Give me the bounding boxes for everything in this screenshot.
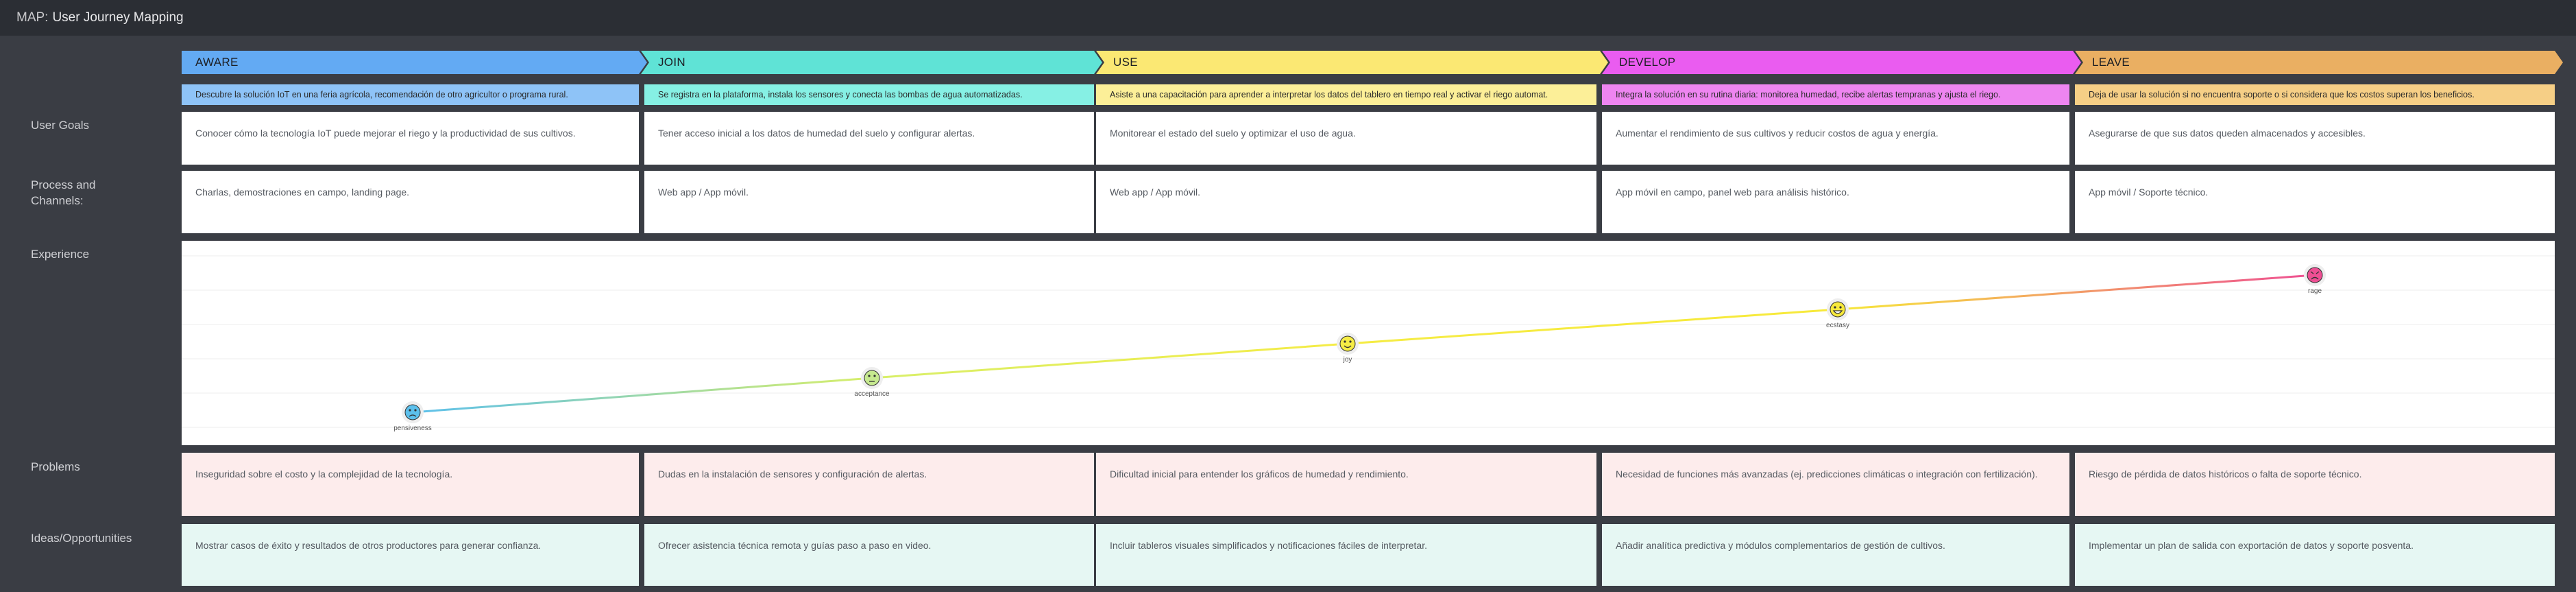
process-card[interactable]: App móvil / Soporte técnico. bbox=[2075, 171, 2555, 233]
emotion-acceptance[interactable] bbox=[861, 367, 883, 389]
emotion-pensiveness[interactable] bbox=[402, 401, 424, 423]
idea-card[interactable]: Incluir tableros visuales simplificados … bbox=[1096, 524, 1596, 586]
row-label-experience: Experience bbox=[31, 248, 90, 261]
goal-card[interactable]: Aumentar el rendimiento de sus cultivos … bbox=[1602, 112, 2069, 165]
process-card[interactable]: Charlas, demostraciones en campo, landin… bbox=[182, 171, 639, 233]
row-label-goals: User Goals bbox=[31, 119, 90, 132]
experience-line bbox=[412, 274, 2316, 414]
emotion-label: joy bbox=[1343, 356, 1352, 364]
goal-card[interactable]: Tener acceso inicial a los datos de hume… bbox=[644, 112, 1094, 165]
problem-card[interactable]: Necesidad de funciones más avanzadas (ej… bbox=[1602, 453, 2069, 516]
process-card[interactable]: App móvil en campo, panel web para análi… bbox=[1602, 171, 2069, 233]
problem-card[interactable]: Dificultad inicial para entender los grá… bbox=[1096, 453, 1596, 516]
row-label-problems: Problems bbox=[31, 460, 80, 473]
stage-desc-use: Asiste a una capacitación para aprender … bbox=[1096, 84, 1596, 105]
row-label-process: Process and Channels: bbox=[31, 178, 96, 207]
goal-card[interactable]: Conocer cómo la tecnología IoT puede mej… bbox=[182, 112, 639, 165]
stage-desc-aware: Descubre la solución IoT en una feria ag… bbox=[182, 84, 639, 105]
experience-chart: pensiveness acceptance joy ecstasy rage bbox=[182, 241, 2555, 445]
emotion-label: acceptance bbox=[854, 390, 890, 398]
emotion-label: pensiveness bbox=[393, 425, 432, 432]
stage-label-leave: LEAVE bbox=[2092, 56, 2130, 69]
experience-curve: pensiveness acceptance joy ecstasy rage bbox=[182, 255, 2555, 432]
stage-label-aware: AWARE bbox=[195, 56, 239, 69]
goal-card[interactable]: Asegurarse de que sus datos queden almac… bbox=[2075, 112, 2555, 165]
idea-card[interactable]: Mostrar casos de éxito y resultados de o… bbox=[182, 524, 639, 586]
stage-desc-develop: Integra la solución en su rutina diaria:… bbox=[1602, 84, 2069, 105]
emotion-rage[interactable] bbox=[2304, 264, 2326, 286]
idea-card[interactable]: Implementar un plan de salida con export… bbox=[2075, 524, 2555, 586]
problem-card[interactable]: Dudas en la instalación de sensores y co… bbox=[644, 453, 1094, 516]
process-card[interactable]: Web app / App móvil. bbox=[1096, 171, 1596, 233]
stage-desc-join: Se registra en la plataforma, instala lo… bbox=[644, 84, 1094, 105]
emotion-joy[interactable] bbox=[1337, 333, 1359, 355]
goal-card[interactable]: Monitorear el estado del suelo y optimiz… bbox=[1096, 112, 1596, 165]
emotion-ecstasy[interactable] bbox=[1827, 298, 1849, 320]
idea-card[interactable]: Añadir analítica predictiva y módulos co… bbox=[1602, 524, 2069, 586]
row-label-ideas: Ideas/Opportunities bbox=[31, 532, 132, 545]
idea-card[interactable]: Ofrecer asistencia técnica remota y guía… bbox=[644, 524, 1094, 586]
problem-card[interactable]: Inseguridad sobre el costo y la compleji… bbox=[182, 453, 639, 516]
stage-label-use: USE bbox=[1113, 56, 1138, 69]
stage-desc-leave: Deja de usar la solución si no encuentra… bbox=[2075, 84, 2555, 105]
stage-label-join: JOIN bbox=[658, 56, 685, 69]
problem-card[interactable]: Riesgo de pérdida de datos históricos o … bbox=[2075, 453, 2555, 516]
process-card[interactable]: Web app / App móvil. bbox=[644, 171, 1094, 233]
stage-label-develop: DEVELOP bbox=[1619, 56, 1676, 69]
emotion-label: rage bbox=[2308, 287, 2322, 295]
emotion-label: ecstasy bbox=[1826, 322, 1849, 329]
